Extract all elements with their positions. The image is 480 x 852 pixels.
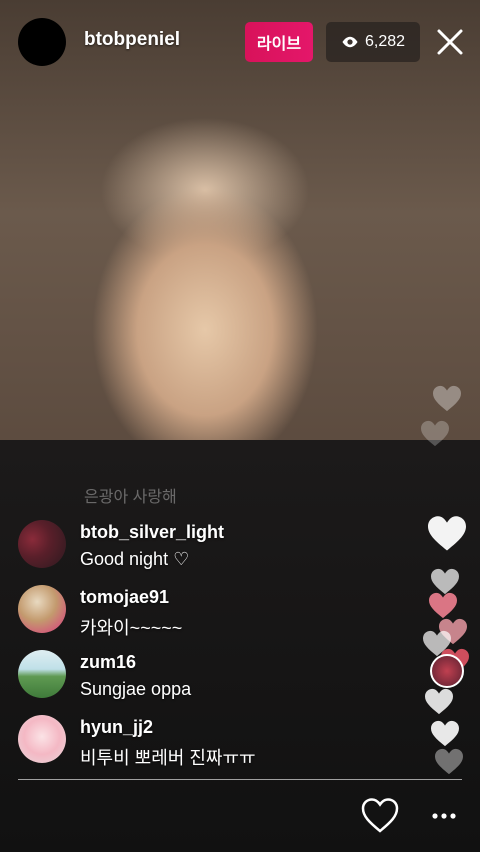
comment-item: zum16 Sungjae oppa xyxy=(18,646,358,711)
top-bar: btobpeniel 라이브 6,282 xyxy=(0,0,480,84)
viewer-count-badge[interactable]: 6,282 xyxy=(326,22,420,62)
comment-username[interactable]: tomojae91 xyxy=(80,587,169,608)
comment-username[interactable]: btob_silver_light xyxy=(80,522,224,543)
avatar[interactable] xyxy=(18,585,66,633)
live-badge: 라이브 xyxy=(245,22,313,62)
host-username[interactable]: btobpeniel xyxy=(84,29,180,51)
eye-icon xyxy=(342,36,358,48)
comment-input-line[interactable] xyxy=(18,779,462,780)
host-avatar[interactable] xyxy=(18,18,66,66)
avatar[interactable] xyxy=(18,520,66,568)
comment-list: btob_silver_light Good night ♡ tomojae91… xyxy=(18,516,358,776)
comment-text: 카와이~~~~~ xyxy=(80,618,183,638)
comment-item: btob_silver_light Good night ♡ xyxy=(18,516,358,581)
comment-text: 비투비 뽀레버 진짜ㅠㅠ xyxy=(80,748,256,768)
comment-item: tomojae91 카와이~~~~~ xyxy=(18,581,358,646)
more-icon[interactable] xyxy=(430,806,458,826)
avatar[interactable] xyxy=(18,650,66,698)
comment-text: Sungjae oppa xyxy=(80,679,192,699)
viewer-count: 6,282 xyxy=(364,33,406,50)
close-icon[interactable] xyxy=(434,26,466,58)
comment-item: hyun_jj2 비투비 뽀레버 진짜ㅠㅠ xyxy=(18,711,358,776)
comment-username[interactable]: zum16 xyxy=(80,652,136,673)
avatar[interactable] xyxy=(18,715,66,763)
comment-text: Good night ♡ xyxy=(80,549,190,569)
comment-username[interactable]: hyun_jj2 xyxy=(80,717,153,738)
heart-icon[interactable] xyxy=(360,796,400,836)
fading-comment: 은광아 사랑해 xyxy=(84,489,177,506)
